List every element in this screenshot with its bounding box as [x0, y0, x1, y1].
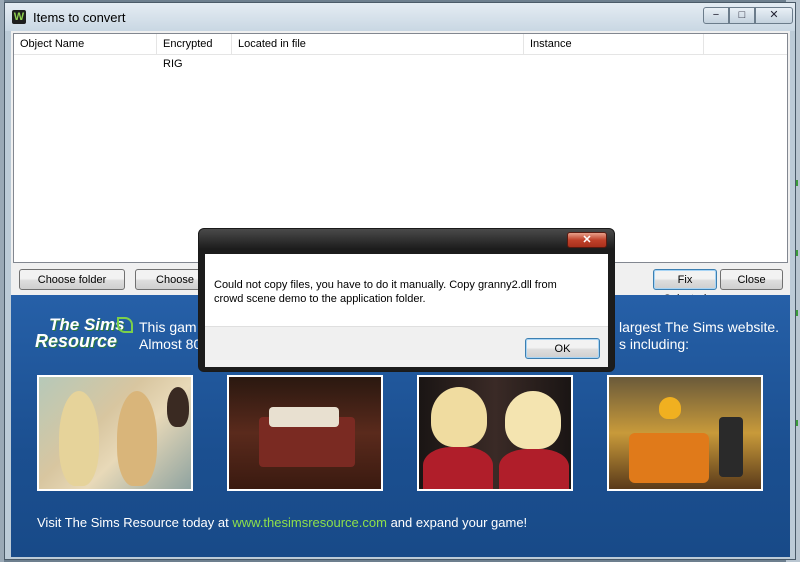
- list-header: Object Name Encrypted RIG Located in fil…: [14, 34, 787, 70]
- dialog-body: Could not copy files, you have to do it …: [205, 254, 608, 367]
- column-instance[interactable]: Instance: [524, 34, 704, 54]
- tsr-link[interactable]: www.thesimsresource.com: [232, 515, 387, 530]
- minimize-button[interactable]: −: [703, 7, 729, 24]
- promo-text-right-1: largest The Sims website.: [619, 319, 780, 335]
- app-icon: W: [12, 10, 26, 24]
- tsr-logo: The Sims Resource: [35, 315, 133, 351]
- window-close-button[interactable]: ✕: [755, 7, 793, 24]
- title-bar[interactable]: W Items to convert − □ ✕: [5, 3, 795, 31]
- logo-text-line2: Resource: [35, 331, 118, 351]
- leaf-icon: [117, 317, 133, 333]
- visit-prefix: Visit The Sims Resource today at: [37, 515, 229, 530]
- visit-text: Visit The Sims Resource today at www.the…: [37, 515, 527, 530]
- dialog-footer: OK: [205, 326, 608, 367]
- ok-button[interactable]: OK: [525, 338, 600, 359]
- thumbnail-portraits[interactable]: [417, 375, 573, 491]
- promo-text-left-2: Almost 80: [139, 336, 202, 352]
- promo-text-left-1: This gam: [139, 319, 197, 335]
- thumbnail-bedroom[interactable]: [227, 375, 383, 491]
- fix-selected-button[interactable]: Fix Selected: [653, 269, 717, 305]
- error-dialog: ✕ Could not copy files, you have to do i…: [198, 228, 615, 372]
- column-encrypted-rig[interactable]: Encrypted RIG: [157, 34, 232, 70]
- thumbnail-halloween[interactable]: [607, 375, 763, 491]
- column-located-in-file[interactable]: Located in file: [232, 34, 524, 54]
- choose-folder-button[interactable]: Choose folder: [19, 269, 125, 290]
- visit-suffix: and expand your game!: [390, 515, 528, 530]
- maximize-button[interactable]: □: [729, 7, 755, 24]
- dialog-message: Could not copy files, you have to do it …: [214, 279, 557, 305]
- dialog-close-button[interactable]: ✕: [567, 232, 607, 248]
- thumbnail-hair[interactable]: [37, 375, 193, 491]
- window-title: Items to convert: [33, 10, 126, 25]
- close-button[interactable]: Close: [720, 269, 783, 290]
- promo-text-right-2: s including:: [619, 336, 690, 352]
- column-object-name[interactable]: Object Name: [14, 34, 157, 54]
